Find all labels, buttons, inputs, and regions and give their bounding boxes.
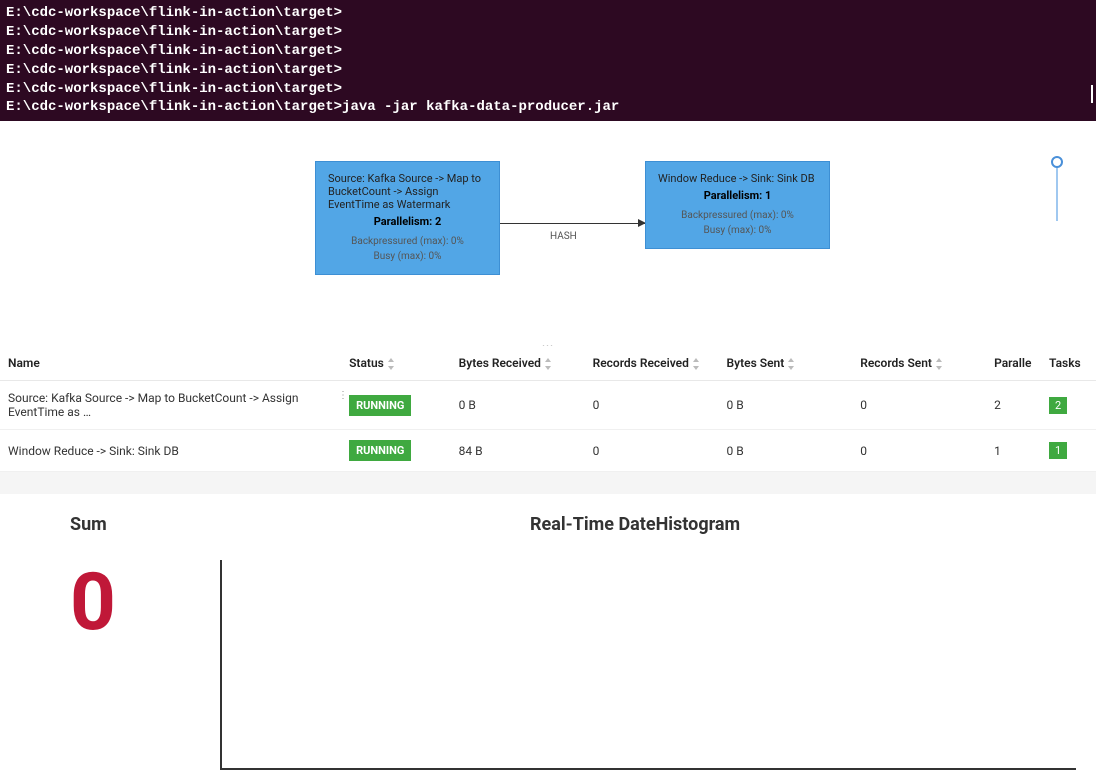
node-title: Window Reduce -> Sink: Sink DB <box>658 172 817 185</box>
cell-status: RUNNING <box>341 381 451 430</box>
header-label: Bytes Received <box>459 356 541 370</box>
sum-value: 0 <box>70 555 210 649</box>
terminal-line: E:\cdc-workspace\flink-in-action\target> <box>6 42 1090 61</box>
cell-records-sent: 0 <box>852 430 986 472</box>
header-label: Status <box>349 356 384 370</box>
node-backpressure: Backpressured (max): 0% <box>658 208 817 223</box>
terminal-line: E:\cdc-workspace\flink-in-action\target> <box>6 80 1090 99</box>
cell-bytes-sent: 0 B <box>719 430 853 472</box>
header-label: Records Received <box>593 356 689 370</box>
task-badge: 1 <box>1049 442 1067 459</box>
cell-records-received: 0 <box>585 381 719 430</box>
table-row[interactable]: Source: Kafka Source -> Map to BucketCou… <box>0 381 1096 430</box>
table-row[interactable]: Window Reduce -> Sink: Sink DB RUNNING 8… <box>0 430 1096 472</box>
node-parallelism: Parallelism: 2 <box>328 215 487 228</box>
status-badge: RUNNING <box>349 395 411 416</box>
sum-panel: Sum 0 <box>70 514 210 770</box>
cell-name[interactable]: Source: Kafka Source -> Map to BucketCou… <box>0 381 341 430</box>
th-records-sent[interactable]: Records Sent <box>852 346 986 381</box>
terminal-cursor-icon <box>1091 85 1093 103</box>
row-resize-handle-icon[interactable]: ⋮ <box>338 390 348 401</box>
th-bytes-received[interactable]: Bytes Received <box>451 346 585 381</box>
node-busy: Busy (max): 0% <box>328 249 487 264</box>
node-busy: Busy (max): 0% <box>658 223 817 238</box>
header-label: Tasks <box>1049 356 1081 370</box>
th-bytes-sent[interactable]: Bytes Sent <box>719 346 853 381</box>
cell-tasks: 1 <box>1041 430 1096 472</box>
sort-icon[interactable] <box>787 358 797 370</box>
header-label: Records Sent <box>860 356 932 370</box>
graph-node-sink[interactable]: Window Reduce -> Sink: Sink DB Paralleli… <box>645 161 830 249</box>
cell-bytes-received: 0 B <box>451 381 585 430</box>
th-tasks[interactable]: Tasks <box>1041 346 1096 381</box>
histogram-chart[interactable] <box>220 560 1076 770</box>
sum-title: Sum <box>70 514 210 535</box>
node-title: Source: Kafka Source -> Map to BucketCou… <box>328 172 487 211</box>
th-records-received[interactable]: Records Received <box>585 346 719 381</box>
terminal-line: E:\cdc-workspace\flink-in-action\target>… <box>6 98 1090 117</box>
cell-bytes-sent: 0 B <box>719 381 853 430</box>
th-status[interactable]: Status <box>341 346 451 381</box>
graph-edge <box>500 223 645 224</box>
sort-icon[interactable] <box>544 358 554 370</box>
sort-icon[interactable] <box>387 358 397 370</box>
status-badge: RUNNING <box>349 440 411 461</box>
sort-icon[interactable] <box>935 358 945 370</box>
cell-bytes-received: 84 B <box>451 430 585 472</box>
node-parallelism: Parallelism: 1 <box>658 189 817 202</box>
task-table: Name Status Bytes Received Records Recei… <box>0 346 1096 472</box>
node-backpressure: Backpressured (max): 0% <box>328 234 487 249</box>
th-parallelism[interactable]: Paralle <box>986 346 1041 381</box>
cell-tasks: 2 <box>1041 381 1096 430</box>
task-table-panel: ⋯ Name Status Bytes Received Records Rec… <box>0 346 1096 472</box>
sort-icon[interactable] <box>692 358 702 370</box>
timeline-slider-handle[interactable] <box>1051 156 1063 168</box>
header-label: Name <box>8 356 40 370</box>
timeline-slider-track <box>1056 161 1058 221</box>
histogram-title: Real-Time DateHistogram <box>210 514 1096 535</box>
cell-parallelism: 2 <box>986 381 1041 430</box>
cell-records-received: 0 <box>585 430 719 472</box>
header-label: Bytes Sent <box>727 356 785 370</box>
cell-parallelism: 1 <box>986 430 1041 472</box>
table-footer-bar <box>0 472 1096 494</box>
th-name[interactable]: Name <box>0 346 341 381</box>
cell-status: RUNNING <box>341 430 451 472</box>
cell-name[interactable]: Window Reduce -> Sink: Sink DB <box>0 430 341 472</box>
header-label: Paralle <box>994 356 1031 370</box>
cell-records-sent: 0 <box>852 381 986 430</box>
histogram-panel: Real-Time DateHistogram <box>210 514 1096 770</box>
edge-label: HASH <box>550 231 577 242</box>
terminal-line: E:\cdc-workspace\flink-in-action\target> <box>6 4 1090 23</box>
terminal-line: E:\cdc-workspace\flink-in-action\target> <box>6 61 1090 80</box>
dashboard-panel: Sum 0 Real-Time DateHistogram <box>0 494 1096 770</box>
terminal-window[interactable]: E:\cdc-workspace\flink-in-action\target>… <box>0 0 1096 121</box>
terminal-line: E:\cdc-workspace\flink-in-action\target> <box>6 23 1090 42</box>
job-graph-panel[interactable]: Source: Kafka Source -> Map to BucketCou… <box>0 121 1096 341</box>
graph-node-source[interactable]: Source: Kafka Source -> Map to BucketCou… <box>315 161 500 275</box>
task-badge: 2 <box>1049 397 1067 414</box>
